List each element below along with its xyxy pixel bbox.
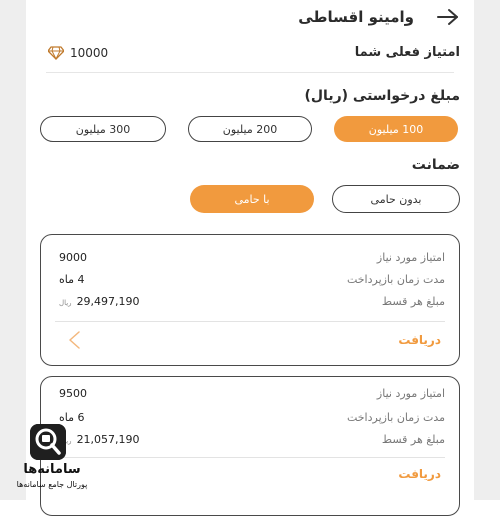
loan-offer-card: امتیاز مورد نیاز 9500 مدت زمان بازپرداخت… xyxy=(40,376,460,516)
card-divider xyxy=(55,321,445,322)
required-points-label: امتیاز مورد نیاز xyxy=(376,387,445,400)
site-watermark: سامانه‌ها پورتال جامع سامانه‌ها xyxy=(6,424,94,494)
header-bar: وامینو اقساطی xyxy=(26,4,474,30)
guarantee-section-title: ضمانت xyxy=(411,157,460,173)
installment-amount-row: مبلغ هر قسط 29,497,190 ریال xyxy=(55,295,445,313)
required-points-label: امتیاز مورد نیاز xyxy=(376,251,445,264)
diamond-icon xyxy=(48,46,64,60)
amount-option-label: 100 میلیون xyxy=(368,122,424,136)
repayment-period-label: مدت زمان بازپرداخت xyxy=(346,411,445,424)
guarantee-option-label: بدون حامی xyxy=(370,192,422,206)
currency-unit: ریال xyxy=(59,299,72,307)
guarantee-option-with-sponsor[interactable]: با حامی xyxy=(190,185,314,213)
amount-section-title: مبلغ درخواستی (ریال) xyxy=(304,88,460,104)
required-points-value: 9000 xyxy=(59,251,87,264)
installment-amount-value: 29,497,190 ریال xyxy=(59,295,140,308)
watermark-tagline: پورتال جامع سامانه‌ها xyxy=(16,480,88,489)
watermark-logo-icon xyxy=(30,424,66,460)
right-margin xyxy=(474,0,500,500)
back-arrow-icon[interactable] xyxy=(436,7,460,27)
repayment-period-label: مدت زمان بازپرداخت xyxy=(346,273,445,286)
amount-option-label: 300 میلیون xyxy=(75,122,131,136)
required-points-row: امتیاز مورد نیاز 9000 xyxy=(55,251,445,269)
amount-option-label: 200 میلیون xyxy=(222,122,278,136)
page-title: وامینو اقساطی xyxy=(298,8,414,26)
receive-button[interactable]: دریافت xyxy=(398,467,441,481)
repayment-period-row: مدت زمان بازپرداخت 6 ماه xyxy=(55,411,445,429)
required-points-row: امتیاز مورد نیاز 9500 xyxy=(55,387,445,405)
installment-amount-number: 29,497,190 xyxy=(76,295,140,308)
guarantee-option-label: با حامی xyxy=(234,192,270,206)
screenshot-frame: وامینو اقساطی امتیاز فعلی شما 10000 مبلغ… xyxy=(0,0,500,516)
repayment-period-value: 6 ماه xyxy=(59,411,85,424)
watermark-site-name: سامانه‌ها xyxy=(23,462,81,477)
amount-option-100[interactable]: 100 میلیون xyxy=(334,116,458,142)
card-divider xyxy=(55,457,445,458)
guarantee-option-without-sponsor[interactable]: بدون حامی xyxy=(332,185,460,213)
amount-option-300[interactable]: 300 میلیون xyxy=(40,116,166,142)
repayment-period-row: مدت زمان بازپرداخت 4 ماه xyxy=(55,273,445,291)
current-points-row: امتیاز فعلی شما 10000 xyxy=(36,40,460,66)
loan-offer-card: امتیاز مورد نیاز 9000 مدت زمان بازپرداخت… xyxy=(40,234,460,366)
repayment-period-value: 4 ماه xyxy=(59,273,85,286)
receive-button[interactable]: دریافت xyxy=(398,333,441,347)
chevron-left-icon[interactable] xyxy=(67,331,81,349)
installment-amount-row: مبلغ هر قسط 21,057,190ریال xyxy=(55,433,445,451)
current-points-label: امتیاز فعلی شما xyxy=(354,45,460,60)
required-points-value: 9500 xyxy=(59,387,87,400)
header-divider xyxy=(46,72,454,73)
installment-amount-label: مبلغ هر قسط xyxy=(381,295,445,308)
amount-option-200[interactable]: 200 میلیون xyxy=(188,116,312,142)
current-points-value: 10000 xyxy=(70,46,109,60)
installment-amount-label: مبلغ هر قسط xyxy=(381,433,445,446)
